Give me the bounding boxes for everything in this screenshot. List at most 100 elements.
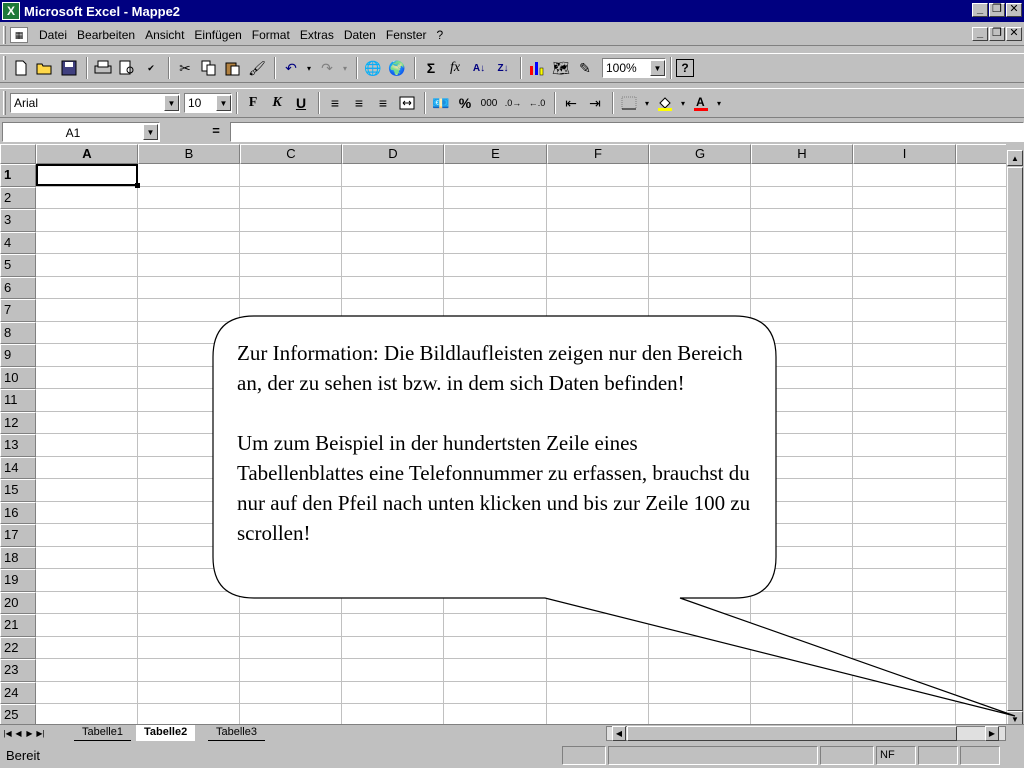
web-toolbar-icon[interactable]: 🌍 (386, 57, 408, 79)
toolbar-grip[interactable] (3, 56, 6, 80)
borders-dropdown-icon[interactable]: ▾ (642, 92, 652, 114)
toolbar-grip[interactable] (3, 25, 6, 44)
print-icon[interactable] (92, 57, 114, 79)
column-header-a[interactable]: A (36, 144, 138, 164)
help-icon[interactable]: ? (676, 59, 694, 77)
close-button[interactable]: ✕ (1006, 3, 1022, 17)
decrease-decimal-icon[interactable]: ←.0 (526, 92, 548, 114)
menu-fenster[interactable]: Fenster (381, 28, 432, 42)
row-header-11[interactable]: 11 (0, 389, 36, 412)
thousands-separator-button[interactable]: 000 (478, 92, 500, 114)
row-header-4[interactable]: 4 (0, 231, 36, 254)
align-center-icon[interactable]: ≡ (348, 92, 370, 114)
open-icon[interactable] (34, 57, 56, 79)
undo-dropdown-icon[interactable]: ▾ (304, 57, 314, 79)
cut-icon[interactable]: ✂ (174, 57, 196, 79)
menu-datei[interactable]: Datei (34, 28, 72, 42)
sheet-tab-tabelle3[interactable]: Tabelle3 (208, 725, 265, 741)
column-header-h[interactable]: H (751, 144, 853, 164)
sort-ascending-icon[interactable]: A↓ (468, 57, 490, 79)
menu-format[interactable]: Format (247, 28, 295, 42)
row-header-5[interactable]: 5 (0, 254, 36, 277)
increase-decimal-icon[interactable]: .0→ (502, 92, 524, 114)
column-header-c[interactable]: C (240, 144, 342, 164)
italic-button[interactable]: K (266, 92, 288, 114)
document-icon[interactable]: ▦ (10, 26, 28, 43)
horizontal-scroll-thumb[interactable] (627, 726, 957, 741)
active-cell-a1[interactable] (36, 164, 140, 188)
menu-help[interactable]: ? (432, 28, 449, 42)
row-header-18[interactable]: 18 (0, 546, 36, 569)
vertical-scroll-thumb[interactable] (1007, 167, 1023, 711)
row-header-23[interactable]: 23 (0, 659, 36, 682)
row-header-19[interactable]: 19 (0, 569, 36, 592)
new-icon[interactable] (10, 57, 32, 79)
row-header-17[interactable]: 17 (0, 524, 36, 547)
menu-daten[interactable]: Daten (339, 28, 381, 42)
row-header-22[interactable]: 22 (0, 636, 36, 659)
select-all-button[interactable] (0, 144, 36, 164)
row-header-12[interactable]: 12 (0, 411, 36, 434)
row-header-3[interactable]: 3 (0, 209, 36, 232)
drawing-icon[interactable]: ✎ (574, 57, 596, 79)
currency-icon[interactable]: 💶 (430, 92, 452, 114)
next-sheet-icon[interactable]: ▶ (24, 726, 35, 740)
chart-wizard-icon[interactable] (526, 57, 548, 79)
align-right-icon[interactable]: ≡ (372, 92, 394, 114)
increase-indent-icon[interactable]: ⇥ (584, 92, 606, 114)
row-header-6[interactable]: 6 (0, 276, 36, 299)
excel-x-icon[interactable]: X (2, 2, 20, 20)
font-color-dropdown-icon[interactable]: ▾ (714, 92, 724, 114)
sort-descending-icon[interactable]: Z↓ (492, 57, 514, 79)
first-sheet-icon[interactable]: |◀ (2, 726, 13, 740)
redo-dropdown-icon[interactable]: ▾ (340, 57, 350, 79)
hyperlink-icon[interactable]: 🌐 (362, 57, 384, 79)
chevron-down-icon[interactable]: ▼ (164, 95, 179, 111)
redo-icon[interactable]: ↷ (316, 57, 338, 79)
row-header-1[interactable]: 1 (0, 164, 36, 187)
menu-einfuegen[interactable]: Einfügen (189, 28, 246, 42)
scroll-left-arrow-icon[interactable]: ◀ (612, 726, 626, 741)
row-header-8[interactable]: 8 (0, 321, 36, 344)
row-header-24[interactable]: 24 (0, 681, 36, 704)
row-header-16[interactable]: 16 (0, 501, 36, 524)
horizontal-scrollbar[interactable]: ◀ ▶ (606, 726, 1006, 741)
chevron-down-icon[interactable]: ▼ (216, 95, 231, 111)
save-icon[interactable] (58, 57, 80, 79)
undo-icon[interactable]: ↶ (280, 57, 302, 79)
row-header-9[interactable]: 9 (0, 344, 36, 367)
column-header-e[interactable]: E (444, 144, 547, 164)
doc-minimize-button[interactable]: _ (972, 27, 988, 41)
bold-button[interactable]: F (242, 92, 264, 114)
fill-color-icon[interactable] (654, 92, 676, 114)
column-header-partial[interactable] (956, 144, 1006, 164)
paste-icon[interactable] (222, 57, 244, 79)
chevron-down-icon[interactable]: ▼ (650, 60, 665, 76)
column-header-b[interactable]: B (138, 144, 240, 164)
borders-icon[interactable] (618, 92, 640, 114)
column-header-f[interactable]: F (547, 144, 649, 164)
row-header-10[interactable]: 10 (0, 366, 36, 389)
vertical-scrollbar[interactable]: ▲ ▼ (1006, 144, 1024, 727)
row-header-7[interactable]: 7 (0, 299, 36, 322)
row-header-21[interactable]: 21 (0, 614, 36, 637)
chevron-down-icon[interactable]: ▼ (143, 124, 158, 140)
row-header-15[interactable]: 15 (0, 479, 36, 502)
row-header-14[interactable]: 14 (0, 456, 36, 479)
sheet-tab-tabelle2[interactable]: Tabelle2 (136, 725, 196, 741)
column-header-g[interactable]: G (649, 144, 751, 164)
previous-sheet-icon[interactable]: ◀ (13, 726, 24, 740)
last-sheet-icon[interactable]: ▶| (35, 726, 46, 740)
doc-restore-button[interactable]: ❐ (989, 27, 1005, 41)
align-left-icon[interactable]: ≡ (324, 92, 346, 114)
scroll-up-arrow-icon[interactable]: ▲ (1007, 150, 1023, 166)
zoom-select[interactable]: 100% ▼ (602, 58, 666, 78)
edit-formula-button[interactable]: = (204, 123, 228, 141)
menu-extras[interactable]: Extras (295, 28, 339, 42)
scroll-right-arrow-icon[interactable]: ▶ (985, 726, 999, 741)
font-size-select[interactable]: 10 ▼ (184, 93, 232, 113)
formula-input[interactable] (230, 122, 1024, 142)
row-header-13[interactable]: 13 (0, 434, 36, 457)
row-header-20[interactable]: 20 (0, 591, 36, 614)
fill-handle[interactable] (135, 183, 140, 188)
